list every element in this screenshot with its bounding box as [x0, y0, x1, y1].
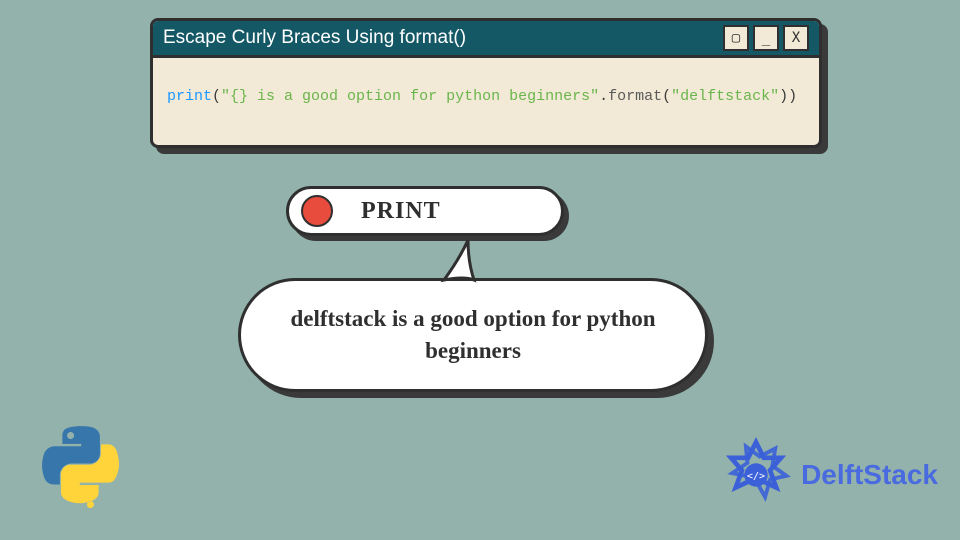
delftstack-text: DelftStack — [801, 459, 938, 491]
code-token-close: )) — [779, 88, 797, 105]
code-token-paren: ( — [212, 88, 221, 105]
print-label: PRINT — [361, 198, 441, 225]
python-logo-icon — [36, 425, 126, 520]
minimize-button[interactable]: ▢ — [723, 25, 749, 51]
window-title: Escape Curly Braces Using format() — [163, 27, 719, 49]
code-token-string1: "{} is a good option for python beginner… — [221, 88, 599, 105]
code-token-dot: . — [599, 88, 608, 105]
code-token-string2: "delftstack" — [671, 88, 779, 105]
bubble-tail-icon — [438, 240, 486, 288]
record-icon — [301, 195, 333, 227]
code-area: print("{} is a good option for python be… — [153, 58, 819, 145]
code-token-paren2: ( — [662, 88, 671, 105]
output-text: delftstack is a good option for python b… — [271, 303, 675, 367]
print-button[interactable]: PRINT — [286, 186, 564, 236]
code-token-format: format — [608, 88, 662, 105]
svg-text:</>: </> — [747, 471, 765, 482]
output-bubble: delftstack is a good option for python b… — [238, 244, 708, 392]
close-button[interactable]: X — [783, 25, 809, 51]
code-window: Escape Curly Braces Using format() ▢ _ X… — [150, 18, 822, 148]
code-token-print: print — [167, 88, 212, 105]
maximize-button[interactable]: _ — [753, 25, 779, 51]
delftstack-logo: </> DelftStack — [717, 436, 938, 514]
window-titlebar: Escape Curly Braces Using format() ▢ _ X — [153, 21, 819, 58]
delftstack-badge-icon: </> — [717, 436, 795, 514]
